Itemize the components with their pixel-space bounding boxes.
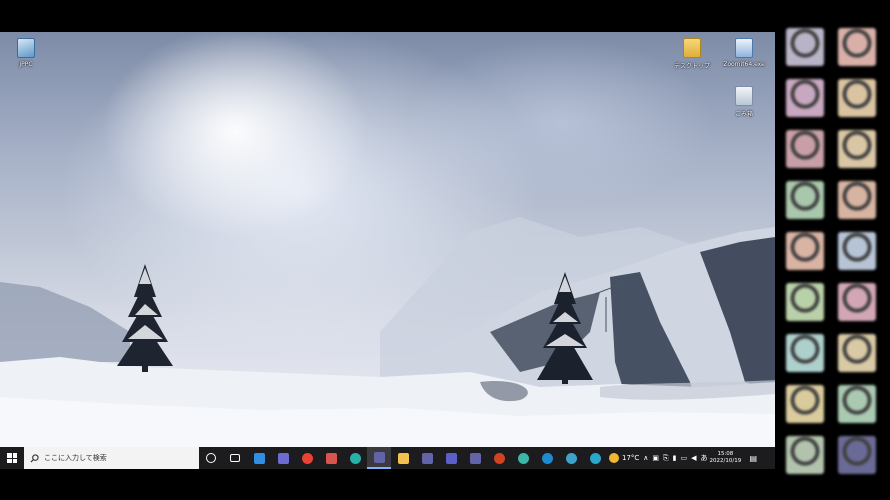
taskbar-app-edge-canary[interactable] (559, 447, 583, 469)
notification-icon: ▤ (749, 453, 758, 463)
participant-avatar[interactable] (838, 385, 876, 423)
taskbar-app-task-view[interactable] (223, 447, 247, 469)
participant-avatar[interactable] (786, 181, 824, 219)
folder-icon (683, 38, 701, 58)
taskbar-app-teams[interactable] (367, 447, 391, 469)
powerpoint-icon (493, 452, 505, 464)
taskbar-app-teams[interactable] (463, 447, 487, 469)
taskbar-app-explorer[interactable] (391, 447, 415, 469)
edge-icon (349, 452, 361, 464)
search-placeholder: ここに入力して検索 (44, 454, 107, 462)
taskbar-clock[interactable]: 15:08 2022/10/19 (710, 451, 742, 465)
participant-avatar[interactable] (838, 334, 876, 372)
clock-time: 15:08 (717, 451, 734, 457)
weather-widget[interactable]: 17°C (609, 453, 639, 463)
clock-date: 2022/10/19 (709, 458, 742, 464)
ime-indicator[interactable]: あ (701, 453, 708, 463)
desktop-wallpaper[interactable]: JPPC デスクトップ Zoomit64.exe ごみ箱 (0, 32, 775, 447)
participant-avatar[interactable] (838, 436, 876, 474)
taskbar-app-visual-studio[interactable] (271, 447, 295, 469)
jppc-app-icon (17, 38, 35, 58)
taskbar-app-edge-beta[interactable] (535, 447, 559, 469)
participant-avatar[interactable] (786, 334, 824, 372)
taskbar-search-box[interactable]: ここに入力して検索 (24, 447, 199, 469)
pin-app-icon (325, 452, 337, 464)
teams-icon-3 (445, 452, 457, 464)
system-tray: ∧ ▣ ⎘ ▮ ▭ ◀ あ (643, 447, 707, 469)
edge-canary-icon (565, 452, 577, 464)
edge-beta-icon (541, 452, 553, 464)
jppc-label: JPPC (19, 61, 33, 68)
edge-dev-icon (517, 452, 529, 464)
microphone-icon[interactable]: ▮ (673, 454, 677, 462)
taskbar: ここに入力して検索 17°C ∧ ▣ ⎘ ▮ ▭ ◀ あ 15:08 2022/… (0, 447, 775, 469)
recycle-bin-icon (735, 86, 753, 106)
visual-studio-icon (277, 452, 289, 464)
wallpaper-scene (0, 217, 775, 447)
participant-avatar[interactable] (786, 79, 824, 117)
teams-icon-2 (421, 452, 433, 464)
participant-avatar[interactable] (786, 283, 824, 321)
recycle-bin[interactable]: ごみ箱 (718, 86, 770, 118)
participant-avatar[interactable] (786, 232, 824, 270)
explorer-icon (397, 452, 409, 464)
participant-avatar[interactable] (786, 130, 824, 168)
taskbar-app-vscode[interactable] (247, 447, 271, 469)
weather-sun-icon (609, 453, 619, 463)
camera-icon[interactable]: ▣ (652, 454, 659, 462)
windows-logo-icon (7, 453, 17, 463)
usb-icon[interactable]: ⎘ (663, 454, 669, 463)
zoomit-app-icon (735, 38, 753, 58)
vscode-icon (253, 452, 265, 464)
taskbar-app-teams[interactable] (415, 447, 439, 469)
desktop-folder[interactable]: デスクトップ (666, 38, 718, 70)
jppc-shortcut[interactable]: JPPC (0, 38, 52, 68)
notification-center-button[interactable]: ▤ (745, 447, 761, 469)
taskbar-app-teams[interactable] (439, 447, 463, 469)
taskbar-app-edge[interactable] (343, 447, 367, 469)
participant-avatar[interactable] (786, 385, 824, 423)
volume-icon[interactable]: ◀ (691, 454, 696, 462)
participant-avatar[interactable] (838, 130, 876, 168)
participant-avatar[interactable] (838, 79, 876, 117)
desktop-folder-label: デスクトップ (673, 63, 710, 70)
zoomit-label: Zoomit64.exe (723, 61, 765, 68)
task-view-icon (230, 454, 240, 462)
participant-avatar[interactable] (786, 28, 824, 66)
taskbar-app-pin-app[interactable] (319, 447, 343, 469)
network-icon[interactable]: ▭ (681, 454, 688, 462)
taskbar-app-app[interactable] (583, 447, 607, 469)
participant-avatar[interactable] (786, 436, 824, 474)
start-button[interactable] (0, 447, 24, 469)
participant-avatar[interactable] (838, 28, 876, 66)
teams-icon (373, 451, 385, 463)
chevron-up-icon[interactable]: ∧ (643, 454, 648, 462)
taskbar-app-edge-dev[interactable] (511, 447, 535, 469)
participant-avatar[interactable] (838, 181, 876, 219)
participant-avatar[interactable] (838, 232, 876, 270)
weather-temperature: 17°C (622, 454, 640, 462)
cortana-icon (206, 453, 216, 463)
app-icon (589, 452, 601, 464)
search-icon (30, 453, 39, 463)
taskbar-app-powerpoint[interactable] (487, 447, 511, 469)
participant-sidebar (778, 26, 890, 500)
recycle-bin-label: ごみ箱 (734, 111, 753, 118)
taskbar-app-cortana[interactable] (199, 447, 223, 469)
taskbar-app-chrome[interactable] (295, 447, 319, 469)
chrome-icon (301, 452, 313, 464)
screen: JPPC デスクトップ Zoomit64.exe ごみ箱 ここに入力して検索 1… (0, 0, 890, 500)
teams-icon-4 (469, 452, 481, 464)
zoomit-exe[interactable]: Zoomit64.exe (718, 38, 770, 68)
participant-avatar[interactable] (838, 283, 876, 321)
